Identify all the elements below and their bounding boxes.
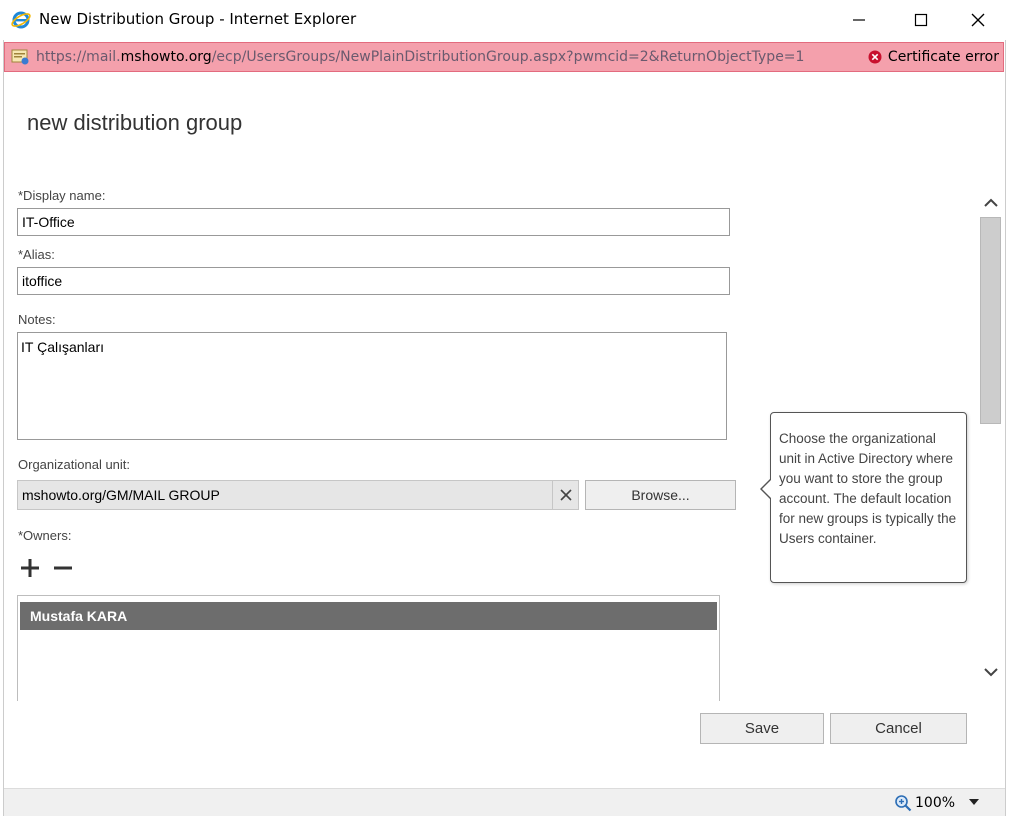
chevron-down-icon (984, 668, 998, 677)
close-icon (971, 13, 985, 27)
maximize-button[interactable] (901, 4, 941, 36)
close-icon (560, 489, 572, 501)
add-owner-button[interactable] (19, 557, 41, 579)
window-frame-right (1005, 40, 1011, 816)
owners-list[interactable]: Mustafa KARA (17, 595, 720, 701)
maximize-icon (914, 13, 928, 27)
cancel-button[interactable]: Cancel (830, 713, 967, 744)
minimize-icon (853, 19, 865, 21)
page-icon (10, 48, 30, 66)
tooltip-pointer-fill (762, 479, 772, 499)
browse-button[interactable]: Browse... (585, 480, 736, 510)
close-window-button[interactable] (958, 4, 998, 36)
clear-org-unit-button[interactable] (552, 481, 579, 509)
owners-label: *Owners: (18, 528, 72, 543)
save-button[interactable]: Save (700, 713, 824, 744)
minimize-button[interactable] (839, 4, 879, 36)
list-item[interactable]: Mustafa KARA (20, 602, 717, 630)
dialog-title: new distribution group (27, 110, 243, 135)
alias-label: *Alias: (18, 247, 55, 262)
display-name-label: *Display name: (18, 188, 106, 203)
status-bar: 100% (4, 788, 1005, 816)
window-titlebar: New Distribution Group - Internet Explor… (0, 0, 1011, 40)
url-text[interactable]: https://mail.mshowto.org/ecp/UsersGroups… (36, 49, 804, 65)
zoom-level: 100% (915, 795, 956, 811)
certificate-error-label: Certificate error (887, 49, 999, 65)
notes-textarea[interactable]: IT Çalışanları (17, 332, 727, 440)
window-frame-left (0, 40, 4, 816)
scroll-down-button[interactable] (980, 661, 1002, 683)
certificate-error-indicator[interactable]: Certificate error (868, 49, 999, 65)
address-bar[interactable]: https://mail.mshowto.org/ecp/UsersGroups… (4, 42, 1004, 72)
zoom-icon (895, 795, 912, 812)
org-unit-field: mshowto.org/GM/MAIL GROUP (17, 480, 579, 510)
internet-explorer-icon (11, 10, 31, 30)
plus-icon (21, 559, 39, 577)
window-title: New Distribution Group - Internet Explor… (39, 10, 357, 28)
zoom-control[interactable]: 100% (894, 794, 955, 812)
scroll-up-button[interactable] (980, 192, 1002, 214)
scrollbar-thumb[interactable] (980, 217, 1001, 424)
minus-icon (54, 566, 72, 570)
notes-label: Notes: (18, 312, 56, 327)
error-icon (868, 50, 882, 64)
alias-input[interactable]: itoffice (17, 267, 730, 295)
org-unit-label: Organizational unit: (18, 457, 131, 472)
chevron-up-icon (984, 198, 998, 207)
help-tooltip: Choose the organizational unit in Active… (770, 412, 967, 583)
display-name-input[interactable]: IT-Office (17, 208, 730, 236)
remove-owner-button[interactable] (52, 557, 74, 579)
dropdown-arrow-icon[interactable] (969, 798, 979, 806)
